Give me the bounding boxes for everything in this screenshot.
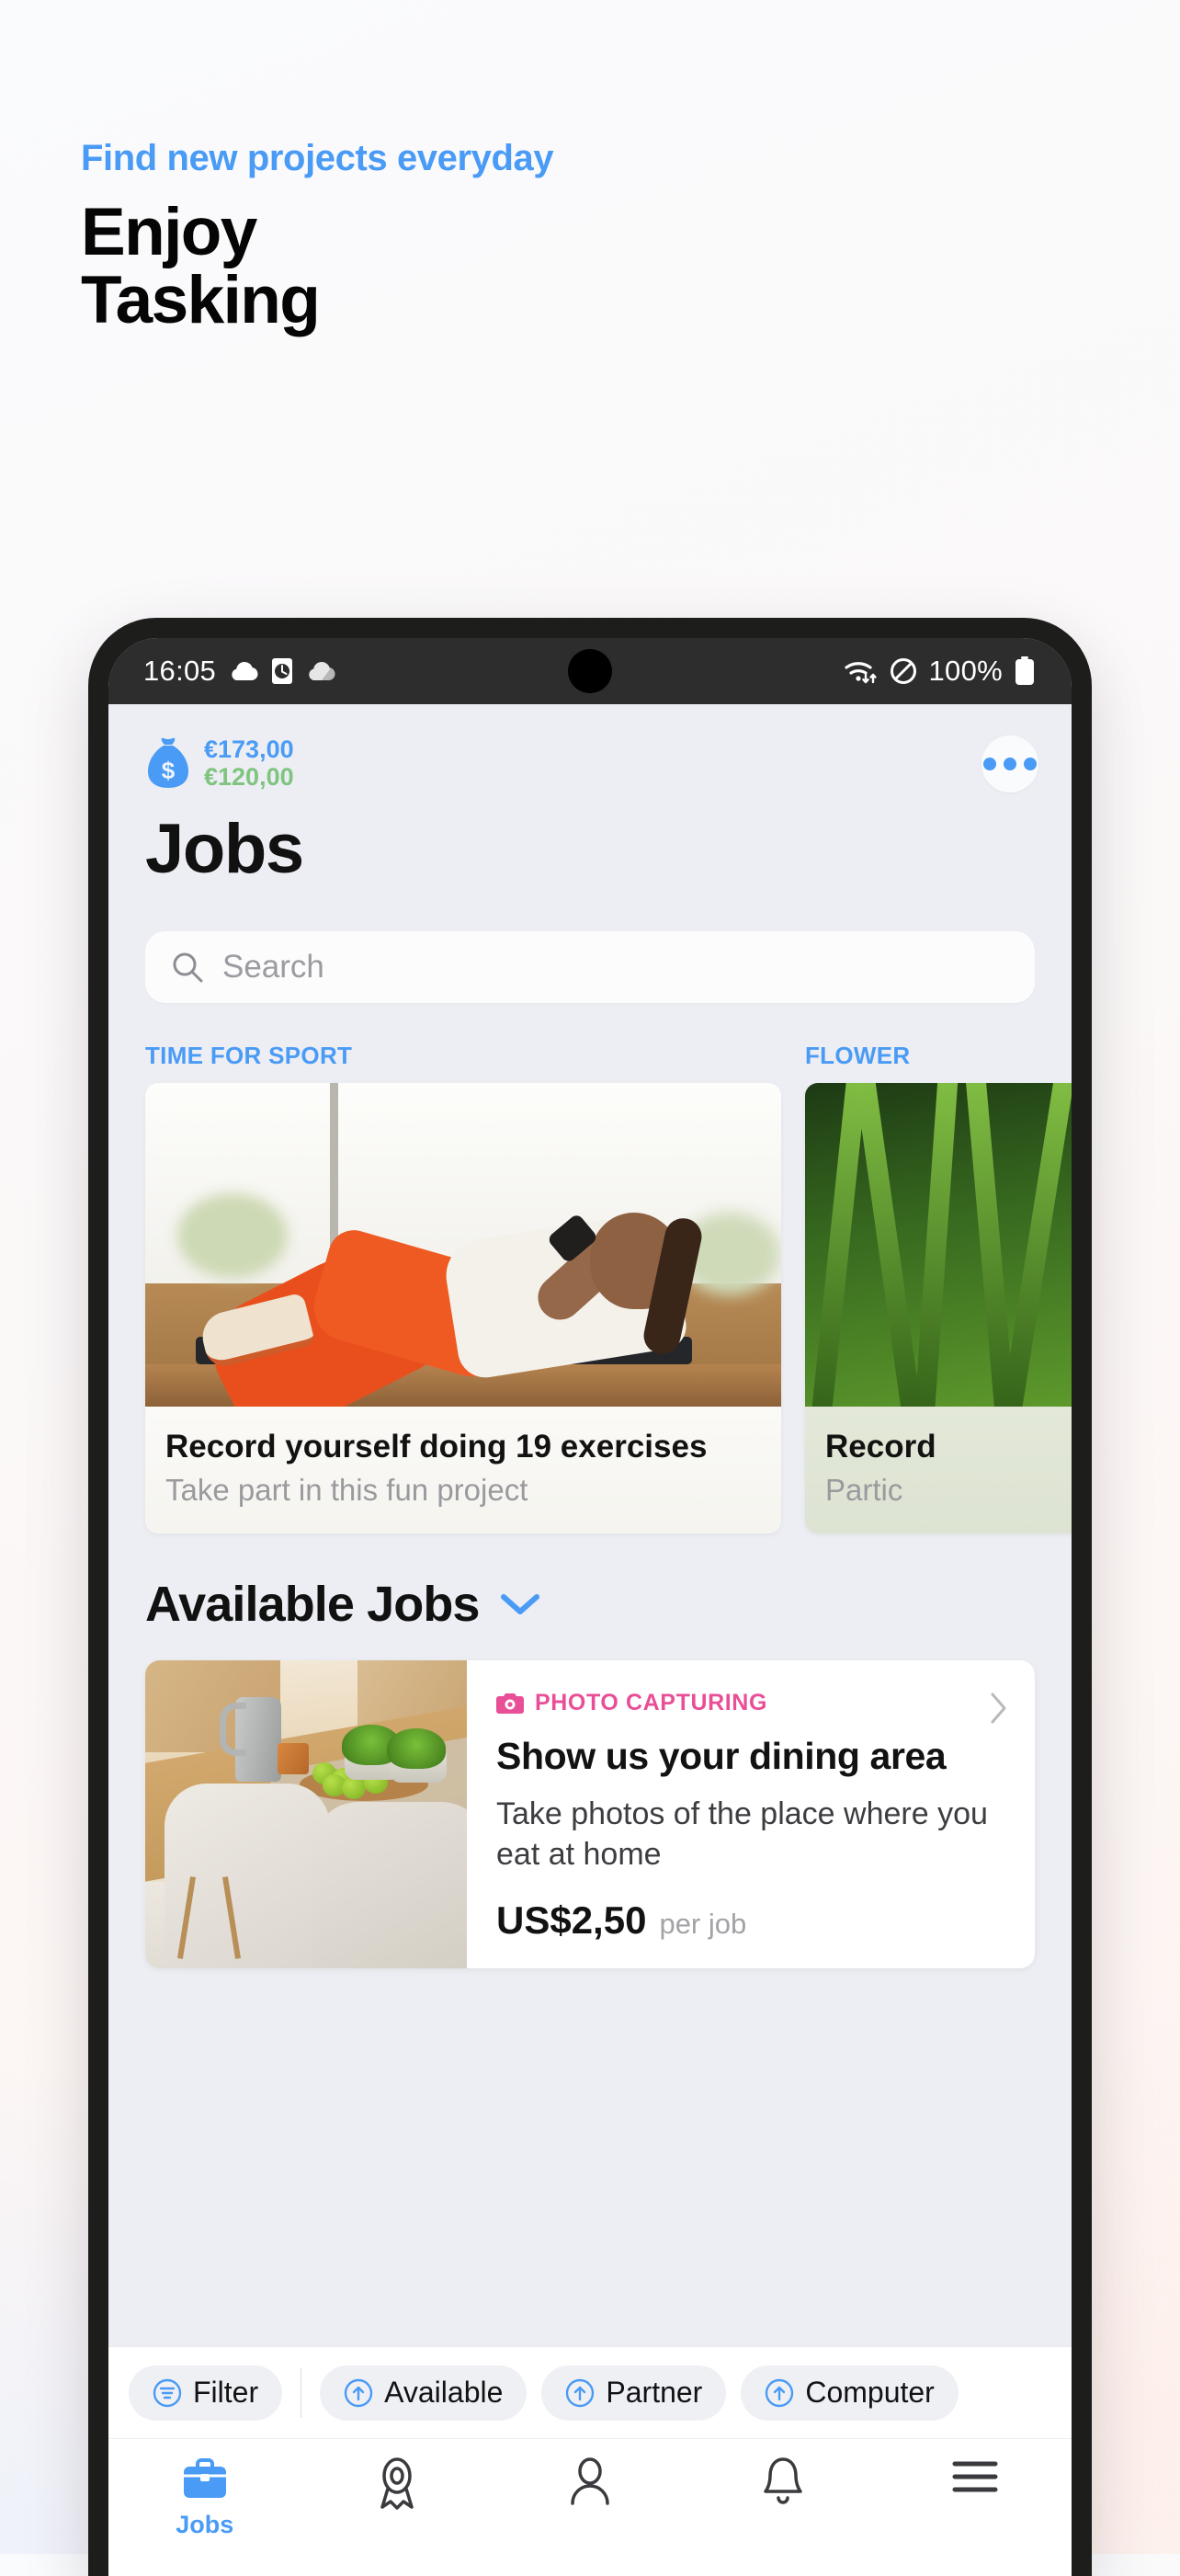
nav-item-awards[interactable] [314, 2456, 480, 2518]
carousel-card-flower[interactable]: FLOWER Record Partic [805, 1042, 1072, 1533]
dot-3 [1024, 758, 1037, 770]
balance-widget[interactable]: $ €173,00 €120,00 [145, 735, 294, 791]
battery-full-icon [1015, 656, 1035, 686]
filter-bar[interactable]: Filter Available Partner Computer [108, 2346, 1072, 2438]
filter-chip-label: Partner [606, 2376, 703, 2409]
carousel-caption: Record yourself doing 19 exercises Take … [145, 1407, 781, 1533]
promo-banner: Find new projects everyday Enjoy Tasking [81, 138, 1092, 336]
job-card[interactable]: PHOTO CAPTURING Show us your dining area… [145, 1660, 1035, 1968]
wifi-transfer-icon [843, 657, 878, 685]
carousel-title: Record [825, 1429, 936, 1465]
filter-chip-computer[interactable]: Computer [741, 2365, 959, 2421]
page-title: Jobs [145, 810, 304, 888]
woman-doing-situps-photo [145, 1083, 781, 1407]
camera-icon [496, 1692, 524, 1715]
status-time: 16:05 [143, 655, 217, 687]
search-icon [171, 951, 204, 984]
job-title: Show us your dining area [496, 1735, 947, 1777]
phone-mockup: 16:05 100% $ €173,00 €120,00 Jobs Search… [88, 618, 1092, 2576]
app-header: $ €173,00 €120,00 [108, 704, 1072, 792]
status-bar-left: 16:05 [143, 655, 336, 688]
clock-box-icon [271, 657, 293, 685]
menu-hamburger-icon [950, 2456, 1000, 2498]
filter-chip-label: Computer [805, 2376, 935, 2409]
balance-primary: €173,00 [204, 735, 294, 763]
nav-item-notifications[interactable] [700, 2456, 866, 2516]
camera-punch-hole [568, 649, 612, 693]
filter-chip-partner[interactable]: Partner [541, 2365, 727, 2421]
carousel-label: TIME FOR SPORT [145, 1042, 353, 1069]
green-grass-photo [805, 1083, 1072, 1407]
balance-amounts: €173,00 €120,00 [204, 735, 294, 791]
dot-2 [1004, 758, 1016, 770]
job-price-unit: per job [659, 1907, 747, 1940]
filter-chip-label: Available [384, 2376, 504, 2409]
carousel-card-body[interactable]: Record yourself doing 19 exercises Take … [145, 1083, 781, 1533]
cloud-sync-icon [305, 660, 336, 682]
promo-title-line-1: Enjoy [81, 195, 257, 269]
featured-carousel[interactable]: TIME FOR SPORT Record yourself doing 19 … [108, 1042, 1072, 1533]
job-price: US$2,50 [496, 1898, 647, 1942]
cloud-icon [228, 660, 259, 682]
more-options-icon[interactable] [981, 735, 1038, 792]
promo-eyebrow: Find new projects everyday [81, 138, 554, 178]
nav-item-menu[interactable] [892, 2456, 1058, 2505]
chevron-right-icon[interactable] [989, 1692, 1009, 1725]
nav-item-jobs[interactable]: Jobs [122, 2456, 288, 2539]
balance-secondary: €120,00 [204, 763, 294, 792]
phone-screen: 16:05 100% $ €173,00 €120,00 Jobs Search… [108, 638, 1072, 2576]
battery-percent: 100% [928, 655, 1003, 687]
do-not-disturb-icon [890, 657, 917, 685]
carousel-label: FLOWER [805, 1042, 911, 1069]
briefcase-icon [180, 2456, 230, 2503]
carousel-card-body[interactable]: Record Partic [805, 1083, 1072, 1533]
dining-table-photo [145, 1660, 467, 1968]
arrow-up-circle-icon [344, 2378, 373, 2408]
dot-1 [983, 758, 996, 770]
available-jobs-title: Available Jobs [145, 1577, 480, 1632]
carousel-subtitle: Partic [825, 1473, 903, 1507]
svg-text:$: $ [162, 757, 176, 784]
available-jobs-header[interactable]: Available Jobs [108, 1533, 1072, 1633]
filter-chip-filter[interactable]: Filter [129, 2365, 283, 2421]
search-placeholder: Search [222, 949, 324, 985]
carousel-title: Record yourself doing 19 exercises [165, 1429, 708, 1465]
filter-chip-label: Filter [193, 2376, 259, 2409]
carousel-card-sport[interactable]: TIME FOR SPORT Record yourself doing 19 … [145, 1042, 781, 1533]
filter-chip-available[interactable]: Available [320, 2365, 528, 2421]
job-info: PHOTO CAPTURING Show us your dining area… [467, 1660, 1035, 1968]
chevron-down-icon[interactable] [500, 1591, 540, 1617]
nav-item-label: Jobs [176, 2511, 234, 2538]
job-price-row: US$2,50 per job [496, 1898, 1007, 1943]
arrow-up-circle-icon [765, 2378, 794, 2408]
status-bar-right: 100% [843, 655, 1036, 688]
job-category: PHOTO CAPTURING [496, 1690, 1007, 1716]
nav-item-profile[interactable] [507, 2456, 673, 2514]
search-input[interactable]: Search [145, 931, 1035, 1003]
filter-lines-icon [153, 2378, 182, 2408]
award-ribbon-icon [372, 2456, 422, 2511]
bell-icon [760, 2456, 806, 2509]
job-description: Take photos of the place where you eat a… [496, 1795, 988, 1872]
person-icon [566, 2456, 614, 2507]
bottom-navigation[interactable]: Jobs [108, 2438, 1072, 2576]
promo-title-line-2: Tasking [81, 263, 321, 338]
status-bar: 16:05 100% [108, 638, 1072, 704]
promo-title: Enjoy Tasking [81, 195, 1092, 338]
carousel-caption: Record Partic [805, 1407, 1072, 1533]
carousel-subtitle: Take part in this fun project [165, 1473, 528, 1507]
job-category-label: PHOTO CAPTURING [535, 1690, 767, 1715]
money-bag-icon: $ [145, 736, 191, 790]
arrow-up-circle-icon [565, 2378, 595, 2408]
